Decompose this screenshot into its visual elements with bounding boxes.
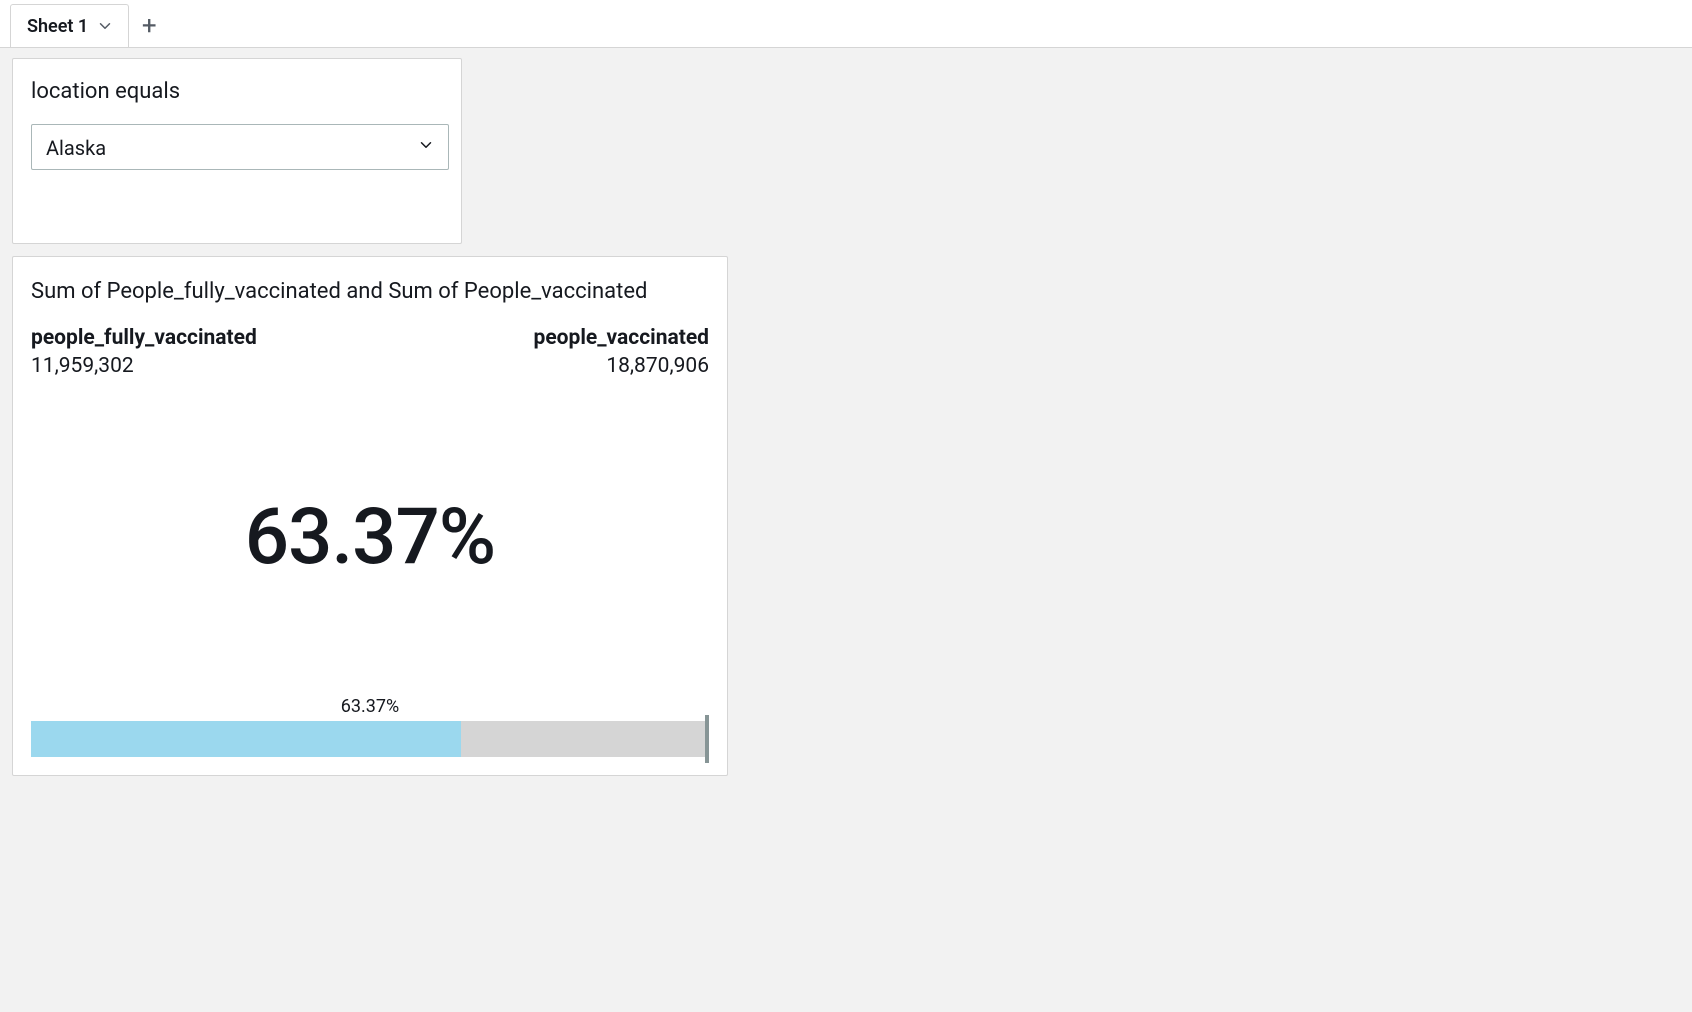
kpi-primary-label: people_fully_vaccinated [31, 326, 257, 350]
dashboard-canvas: location equals Alaska Sum of People_ful… [0, 48, 1692, 68]
kpi-stat-primary: people_fully_vaccinated 11,959,302 [31, 326, 257, 378]
kpi-stat-comparison: people_vaccinated 18,870,906 [534, 326, 710, 378]
kpi-title: Sum of People_fully_vaccinated and Sum o… [31, 279, 709, 304]
kpi-visual[interactable]: Sum of People_fully_vaccinated and Sum o… [12, 256, 728, 776]
kpi-progress-fill [31, 721, 461, 757]
kpi-progress-wrap: 63.37% [31, 696, 709, 757]
kpi-comparison-value: 18,870,906 [534, 354, 710, 378]
add-sheet-button[interactable]: + [129, 4, 169, 47]
plus-icon: + [142, 11, 157, 41]
chevron-down-icon [96, 17, 114, 35]
tab-label: Sheet 1 [27, 16, 88, 37]
kpi-big-value: 63.37% [245, 492, 495, 583]
filter-label: location equals [31, 79, 443, 104]
kpi-progress-bar [31, 721, 709, 757]
tab-bar: Sheet 1 + [0, 0, 1692, 48]
filter-location-select[interactable]: Alaska [31, 124, 449, 170]
kpi-progress-tick [705, 715, 709, 763]
kpi-comparison-label: people_vaccinated [534, 326, 710, 350]
kpi-center: 63.37% [31, 378, 709, 696]
kpi-primary-value: 11,959,302 [31, 354, 257, 378]
tab-sheet-1[interactable]: Sheet 1 [10, 4, 129, 47]
kpi-stats-row: people_fully_vaccinated 11,959,302 peopl… [31, 326, 709, 378]
filter-panel: location equals Alaska [12, 58, 462, 244]
kpi-progress-label: 63.37% [31, 696, 709, 717]
filter-select-wrap: Alaska [31, 124, 449, 170]
